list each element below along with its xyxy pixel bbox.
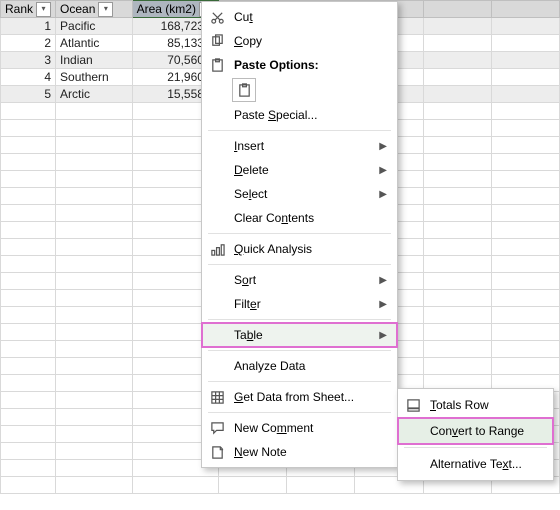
menu-paste-options: Paste Options: [202,53,397,77]
chevron-right-icon: ▶ [379,330,387,341]
context-menu: Cut Copy Paste Options: Paste Special...… [201,1,398,468]
menu-new-comment[interactable]: New Comment [202,416,397,440]
menu-new-note[interactable]: New Note [202,440,397,464]
copy-icon [208,32,226,50]
menu-cut[interactable]: Cut [202,5,397,29]
col-header-blank[interactable] [491,1,559,18]
menu-paste-special[interactable]: Paste Special... [202,103,397,127]
filter-dropdown-icon[interactable]: ▾ [36,2,51,17]
submenu-totals-row[interactable]: Totals Row [398,392,553,418]
chevron-right-icon: ▶ [379,299,387,310]
menu-analyze-data[interactable]: Analyze Data [202,354,397,378]
quick-analysis-icon [208,240,226,258]
col-header-blank[interactable] [423,1,491,18]
menu-separator [208,381,391,382]
comment-icon [208,419,226,437]
menu-separator [208,264,391,265]
cut-icon [208,8,226,26]
submenu-convert-to-range[interactable]: Convert to Range [398,418,553,444]
menu-separator [404,447,547,448]
chevron-right-icon: ▶ [379,189,387,200]
menu-separator [208,319,391,320]
menu-copy[interactable]: Copy [202,29,397,53]
note-icon [208,443,226,461]
table-submenu: Totals Row Convert to Range Alternative … [397,388,554,481]
menu-clear-contents[interactable]: Clear Contents [202,206,397,230]
menu-filter[interactable]: Filter▶ [202,292,397,316]
filter-dropdown-icon[interactable]: ▾ [98,2,113,17]
paste-default-icon[interactable] [232,78,256,102]
get-data-icon [208,388,226,406]
paste-icon [208,56,226,74]
col-header-rank[interactable]: Rank▾ [1,1,56,18]
spreadsheet-area: Rank▾ Ocean▾ Area (km2)▾ 1Pacific168,723… [0,0,560,510]
menu-quick-analysis[interactable]: Quick Analysis [202,237,397,261]
menu-get-data[interactable]: Get Data from Sheet... [202,385,397,409]
menu-table[interactable]: Table▶ [202,323,397,347]
menu-separator [208,233,391,234]
chevron-right-icon: ▶ [379,275,387,286]
menu-separator [208,350,391,351]
menu-sort[interactable]: Sort▶ [202,268,397,292]
totals-icon [404,396,422,414]
menu-delete[interactable]: Delete▶ [202,158,397,182]
menu-separator [208,412,391,413]
paste-options-row [202,77,397,103]
menu-select[interactable]: Select▶ [202,182,397,206]
menu-separator [208,130,391,131]
menu-insert[interactable]: Insert▶ [202,134,397,158]
submenu-alternative-text[interactable]: Alternative Text... [398,451,553,477]
col-header-ocean[interactable]: Ocean▾ [56,1,133,18]
chevron-right-icon: ▶ [379,141,387,152]
chevron-right-icon: ▶ [379,165,387,176]
